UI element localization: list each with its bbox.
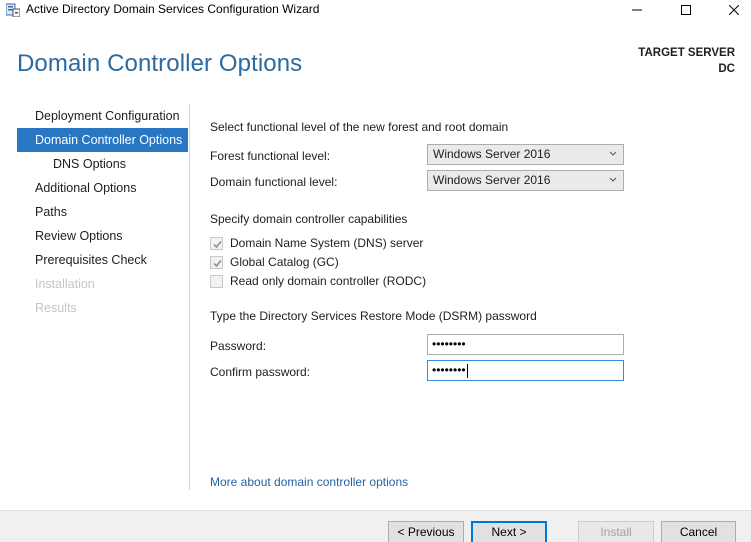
close-icon (729, 5, 739, 15)
previous-button[interactable]: < Previous (388, 521, 464, 542)
maximize-button[interactable] (663, 0, 709, 20)
forest-level-value: Windows Server 2016 (433, 147, 551, 161)
more-about-options-link[interactable]: More about domain controller options (210, 475, 408, 489)
nav-item-additional-options[interactable]: Additional Options (17, 176, 188, 200)
maximize-icon (681, 5, 691, 15)
global-catalog-label: Global Catalog (GC) (230, 255, 339, 269)
password-label: Password: (210, 339, 267, 353)
confirm-password-value: •••••••• (432, 363, 466, 377)
nav-item-review-options[interactable]: Review Options (17, 224, 188, 248)
chevron-down-icon (609, 151, 617, 156)
nav-item-deployment-configuration[interactable]: Deployment Configuration (17, 104, 188, 128)
target-server-label: TARGET SERVER (638, 47, 735, 59)
confirm-password-field[interactable]: •••••••• (427, 360, 624, 381)
dns-server-checkbox (210, 236, 223, 250)
wizard-footer: < Previous Next > Install Cancel (0, 510, 751, 542)
wizard-nav: Deployment Configuration Domain Controll… (17, 104, 188, 320)
wizard-header: Domain Controller Options TARGET SERVER … (0, 20, 751, 100)
main-content: Select functional level of the new fores… (210, 104, 730, 494)
domain-level-label: Domain functional level: (210, 175, 338, 189)
minimize-button[interactable] (614, 0, 660, 20)
domain-level-value: Windows Server 2016 (433, 173, 551, 187)
checkmark-icon (213, 240, 222, 248)
server-manager-icon (5, 3, 21, 18)
chevron-down-icon (609, 177, 617, 182)
text-caret (466, 363, 468, 378)
functional-level-heading: Select functional level of the new fores… (210, 120, 509, 134)
dns-server-label: Domain Name System (DNS) server (230, 236, 424, 250)
nav-item-dns-options[interactable]: DNS Options (17, 152, 188, 176)
close-button[interactable] (711, 0, 751, 20)
nav-divider (189, 104, 190, 490)
nav-item-domain-controller-options[interactable]: Domain Controller Options (17, 128, 188, 152)
confirm-password-label: Confirm password: (210, 365, 311, 379)
capabilities-heading: Specify domain controller capabilities (210, 212, 408, 226)
wizard-window: Active Directory Domain Services Configu… (0, 0, 751, 542)
global-catalog-checkbox (210, 255, 223, 269)
target-server-name: DC (718, 63, 735, 75)
rodc-option[interactable]: Read only domain controller (RODC) (210, 273, 426, 289)
next-button[interactable]: Next > (471, 521, 547, 542)
domain-level-select[interactable]: Windows Server 2016 (427, 170, 624, 191)
rodc-checkbox[interactable] (210, 274, 223, 288)
global-catalog-option: Global Catalog (GC) (210, 254, 339, 270)
cancel-button[interactable]: Cancel (661, 521, 736, 542)
forest-level-label: Forest functional level: (210, 149, 331, 163)
nav-item-prerequisites-check[interactable]: Prerequisites Check (17, 248, 188, 272)
rodc-label[interactable]: Read only domain controller (RODC) (230, 274, 426, 288)
title-bar[interactable]: Active Directory Domain Services Configu… (0, 0, 751, 20)
checkmark-icon (213, 259, 222, 267)
forest-level-select[interactable]: Windows Server 2016 (427, 144, 624, 165)
dns-server-option: Domain Name System (DNS) server (210, 235, 423, 251)
install-button: Install (578, 521, 654, 542)
dsrm-heading: Type the Directory Services Restore Mode… (210, 309, 537, 323)
password-field[interactable]: •••••••• (427, 334, 624, 355)
nav-item-results: Results (35, 301, 77, 315)
window-title: Active Directory Domain Services Configu… (26, 2, 320, 16)
nav-item-installation: Installation (35, 277, 95, 291)
password-value: •••••••• (432, 337, 466, 351)
page-title: Domain Controller Options (17, 50, 303, 77)
nav-item-paths[interactable]: Paths (17, 200, 188, 224)
minimize-icon (632, 9, 642, 11)
